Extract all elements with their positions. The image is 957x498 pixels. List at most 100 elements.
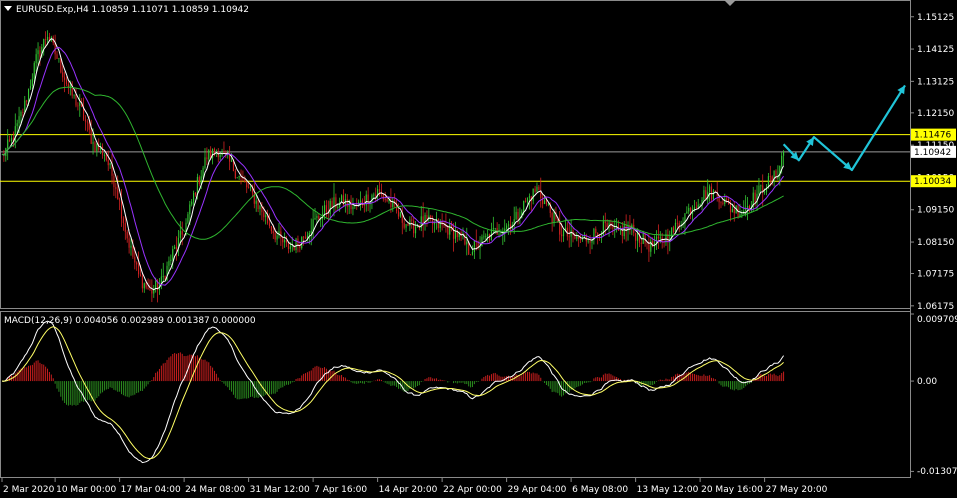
candle-body [648,244,650,252]
time-tick-label: 31 Mar 12:00 [250,485,310,495]
candle-body [10,137,13,141]
candle-body [538,186,540,191]
current-price-label: 1.10942 [914,148,951,158]
price-chart[interactable]: 1.151251.141251.131251.121501.111501.101… [0,0,957,498]
candle-body [9,139,11,141]
candle-body [67,83,69,87]
candle-body [308,233,310,236]
candle-body [686,211,688,214]
candle-body [39,50,41,57]
level-lines [0,134,910,182]
candle-body [483,236,485,238]
candle-body [314,217,316,220]
candle-body [141,275,143,289]
candle-body [46,36,49,40]
candle-body [335,197,337,208]
candle-body [722,202,724,204]
candle-body [16,123,18,127]
candle-body [568,236,570,238]
candle-body [612,226,614,229]
candle-body [397,210,400,217]
candle-body [26,100,28,102]
candle-body [299,245,301,249]
candle-body [69,84,71,87]
candle-body [748,205,751,209]
candle-body [274,233,276,240]
candle-body [559,222,561,235]
candle-body [699,204,701,205]
candle-body [318,215,320,219]
price-tick-label: 1.13125 [917,77,954,87]
scroll-shift-icon[interactable] [724,0,736,6]
candle-body [284,239,286,243]
candle-body [576,236,578,239]
candle-body [206,157,208,160]
candle-body [570,230,572,237]
candle-body [282,237,284,243]
candle-body [688,207,690,212]
candle-body [64,77,66,80]
candle-body [132,245,134,257]
candle-body [310,230,312,234]
level-price-box: 1.11476 [911,128,956,141]
time-tick-label: 7 Apr 16:00 [314,485,367,495]
candle-body [90,129,92,144]
candle-body [449,223,451,235]
chart-window[interactable]: 1.151251.141251.131251.121501.111501.101… [0,0,957,498]
candle-body [473,240,475,252]
candle-body [126,231,128,239]
candle-body [485,235,487,237]
candle-body [443,225,445,226]
candle-body [373,194,375,196]
candle-body [659,237,661,239]
candle-body [470,254,472,256]
candle-body [117,189,119,200]
candle-body [466,241,468,245]
candle-body [331,200,333,207]
ma-slow-line [1,86,784,240]
candle-body [492,228,494,230]
candle-body [109,162,111,166]
candle-body [636,233,639,241]
candle-body [504,228,506,232]
macd-tick-label: -0.013074 [917,467,957,477]
candle-body [204,157,206,168]
candle-body [193,192,195,202]
candle-body [481,236,483,247]
candle-body [640,242,642,244]
symbol-dropdown-icon[interactable] [4,6,12,11]
candle-body [553,212,555,223]
time-tick-label: 17 Mar 04:00 [121,485,181,495]
candle-body [172,248,174,260]
candle-body [509,224,511,230]
candle-body [37,50,39,55]
candle-body [75,94,77,106]
candle-body [155,280,157,290]
candle-body [122,218,124,224]
candle-body [411,219,413,221]
candle-body [289,246,291,249]
candle-body [270,226,272,232]
level-price-label: 1.11476 [914,131,951,141]
candle-body [678,223,680,227]
current-price-box: 1.10942 [911,145,956,158]
candle-body [79,102,81,106]
macd-tick-label: 0.00 [917,377,937,387]
candle-body [674,222,677,232]
candle-body [316,215,318,218]
candle-body [447,226,449,235]
candle-body [160,276,162,284]
candle-body [623,225,625,237]
price-axis: 1.151251.141251.131251.121501.111501.101… [910,13,956,312]
candle-body [265,215,267,218]
candle-body [276,235,278,240]
forecast-arrows [782,84,906,172]
candle-body [280,231,282,238]
candle-body [655,236,658,243]
candle-body [238,175,240,178]
candle-body [77,105,79,107]
candle-body [471,251,474,255]
main-title: EURUSD.Exp,H4 1.10859 1.11071 1.10859 1.… [16,5,249,15]
candle-body [213,148,216,154]
candle-body [407,224,409,226]
